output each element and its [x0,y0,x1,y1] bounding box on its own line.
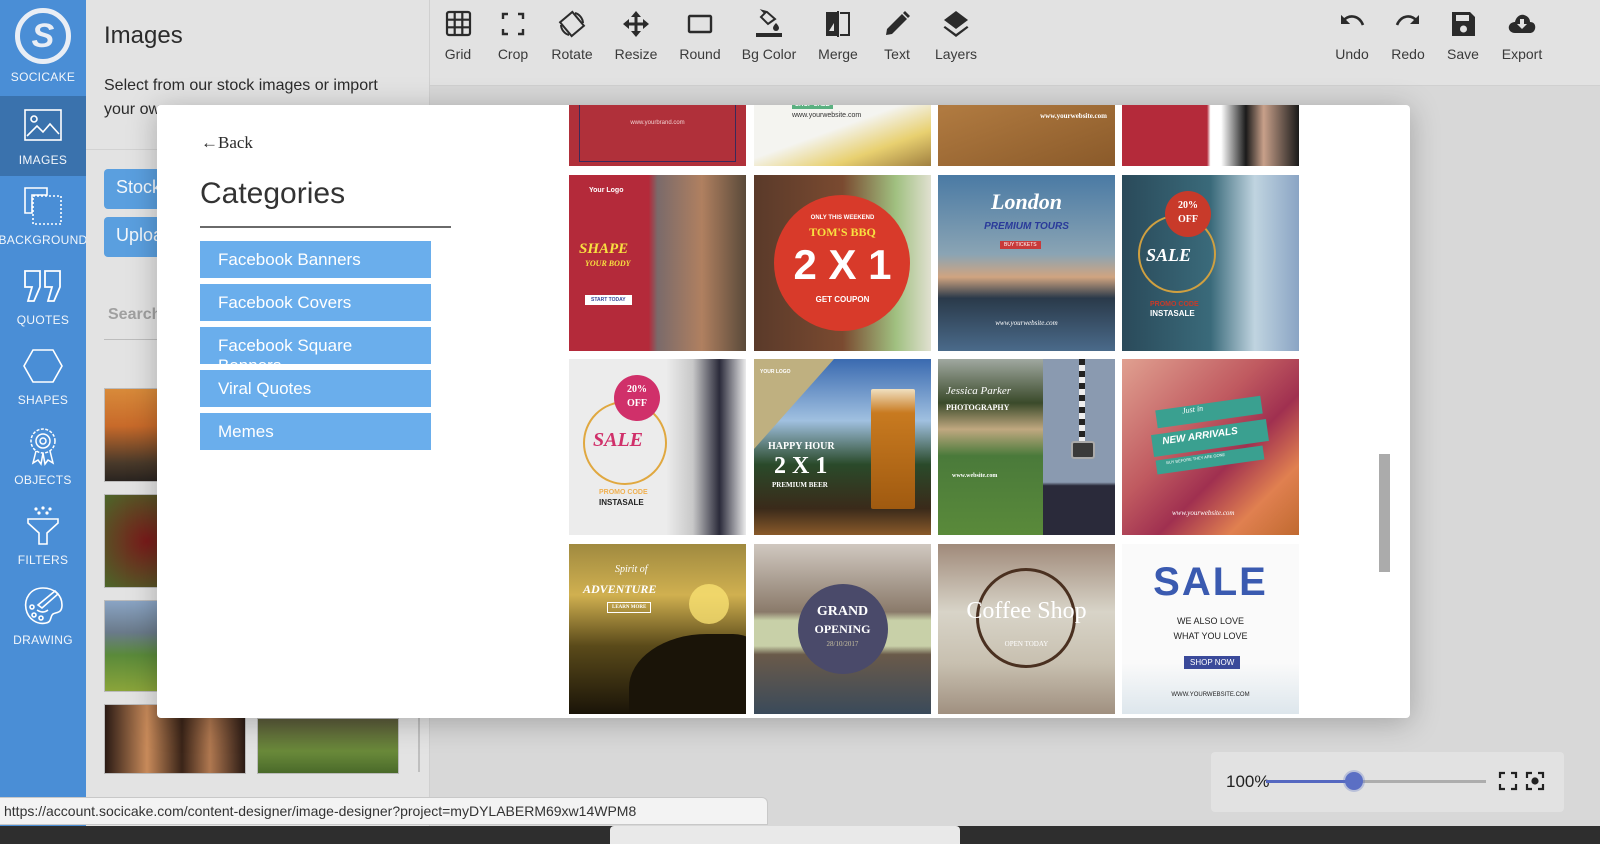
search-input[interactable]: Search [108,306,161,324]
template-instasale-white[interactable]: 20% OFF SALE PROMO CODE INSTASALE [569,359,746,535]
tool-label: Layers [934,46,978,62]
stock-image-mushrooms[interactable] [257,718,399,774]
nav-item-quotes[interactable]: QUOTES [0,256,86,336]
template-grand-opening[interactable]: GRAND OPENING 28/10/2017 [754,544,931,714]
template-new-arrivals[interactable]: Just in NEW ARRIVALS BUY BEFORE THEY ARE… [1122,359,1299,535]
template-toms-bbq[interactable]: ONLY THIS WEEKEND TOM'S BBQ 2 X 1 GET CO… [754,175,931,351]
categories-title: Categories [200,177,346,210]
category-memes[interactable]: Memes [200,413,431,450]
funnel-icon [27,506,59,545]
grid-icon [445,10,472,37]
template-tile[interactable]: www.yourbrand.com [569,105,746,166]
back-label: Back [218,133,253,152]
round-tool[interactable]: Round [665,8,735,62]
pencil-icon [886,11,910,35]
zoom-slider-fill [1266,780,1354,783]
nav-label: QUOTES [16,313,70,327]
rotate-icon [558,10,586,38]
template-tile[interactable] [1122,105,1299,166]
template-coffee-shop[interactable]: Coffee Shop OPEN TODAY [938,544,1115,714]
template-jessica-parker[interactable]: Jessica Parker PHOTOGRAPHY www.website.c… [938,359,1115,535]
resize-tool[interactable]: Resize [601,8,671,62]
quotes-icon [24,270,61,302]
zoom-control: 100% [1211,752,1564,812]
categories-divider [200,226,451,228]
tool-label: Bg Color [741,46,797,62]
zoom-level: 100% [1226,772,1270,791]
tool-label: Text [884,46,910,62]
category-facebook-square-banners[interactable]: Facebook Square Banners [200,327,431,375]
template-sale-blue[interactable]: SALE WE ALSO LOVE WHAT YOU LOVE SHOP NOW… [1122,544,1299,714]
undo-icon [1341,15,1365,26]
category-facebook-banners[interactable]: Facebook Banners [200,241,431,278]
tool-label: Resize [614,46,658,62]
redo-icon [1395,15,1419,26]
os-taskbar-center [610,826,960,844]
action-label: Export [1501,46,1543,62]
left-nav: S SOCICAKE IMAGES BACKGROUND QUOTES SHAP… [0,0,88,844]
tool-label: Merge [818,46,858,62]
cloud-download-icon [1508,14,1536,33]
tool-label: Round [679,46,721,62]
template-shape-your-body[interactable]: Your Logo SHAPE YOUR BODY START TODAY [569,175,746,351]
action-label: Redo [1391,46,1425,62]
arrow-left-icon: ← [201,133,218,152]
template-picker-modal: ←Back Categories Facebook Banners Facebo… [157,105,1410,718]
nav-label: IMAGES [18,153,68,167]
focus-center-icon[interactable] [1524,770,1546,792]
brand-logo[interactable]: S SOCICAKE [0,0,86,96]
rotate-tool[interactable]: Rotate [537,8,607,62]
bg-color-tool[interactable]: Bg Color [734,8,804,62]
template-instasale-denim[interactable]: 20% OFF SALE PROMO CODE INSTASALE [1122,175,1299,351]
nav-label: DRAWING [13,633,73,647]
save-icon [1452,12,1475,36]
zoom-slider[interactable] [1266,772,1486,790]
nav-item-background[interactable]: BACKGROUND [0,176,88,256]
category-viral-quotes[interactable]: Viral Quotes [200,370,431,407]
round-icon [687,14,713,34]
template-london-tours[interactable]: London PREMIUM TOURS BUY TICKETS www.you… [938,175,1115,351]
export-button[interactable]: Export [1487,8,1557,62]
template-tile[interactable]: www.yourwebsite.com [938,105,1115,166]
layers-icon [943,11,969,37]
crop-icon [501,12,525,36]
nav-label: SHAPES [17,393,69,407]
nav-label: BACKGROUND [0,233,88,247]
socicake-logo-icon: S [15,8,71,64]
action-label: Undo [1335,46,1369,62]
nav-item-drawing[interactable]: DRAWING [0,576,86,656]
nav-label: OBJECTS [14,473,72,487]
template-spirit-of-adventure[interactable]: Spirit of ADVENTURE LEARN MORE [569,544,746,714]
zoom-slider-thumb[interactable] [1345,772,1363,790]
modal-scrollbar[interactable] [1379,454,1390,572]
badge-icon [30,428,56,466]
panel-title: Images [104,22,183,49]
hexagon-icon [23,349,63,383]
image-icon [24,109,62,141]
editor-toolbar: Grid Crop Rotate Resize Round Bg Color M… [430,0,1600,86]
template-happy-hour[interactable]: YOUR LOGO HAPPY HOUR 2 X 1 PREMIUM BEER [754,359,931,535]
template-tile[interactable]: SHOP SALE www.yourwebsite.com [754,105,931,166]
action-label: Save [1447,46,1479,62]
tool-label: Crop [497,46,529,62]
nav-item-shapes[interactable]: SHAPES [0,336,86,416]
back-button[interactable]: ←Back [201,133,253,153]
nav-item-objects[interactable]: OBJECTS [0,416,86,496]
layers-tool[interactable]: Layers [921,8,991,62]
resize-icon [623,11,649,37]
fullscreen-icon[interactable] [1497,770,1519,792]
status-url: https://account.socicake.com/content-des… [0,797,768,825]
tool-label: Rotate [551,46,593,62]
nav-label: FILTERS [17,553,69,567]
brand-name: SOCICAKE [10,70,76,84]
nav-item-filters[interactable]: FILTERS [0,496,86,576]
background-icon [24,187,62,225]
paint-bucket-icon [756,9,782,37]
nav-item-images[interactable]: IMAGES [0,96,86,176]
merge-icon [826,11,850,37]
tool-label: Grid [444,46,472,62]
category-facebook-covers[interactable]: Facebook Covers [200,284,431,321]
palette-icon [24,587,63,625]
